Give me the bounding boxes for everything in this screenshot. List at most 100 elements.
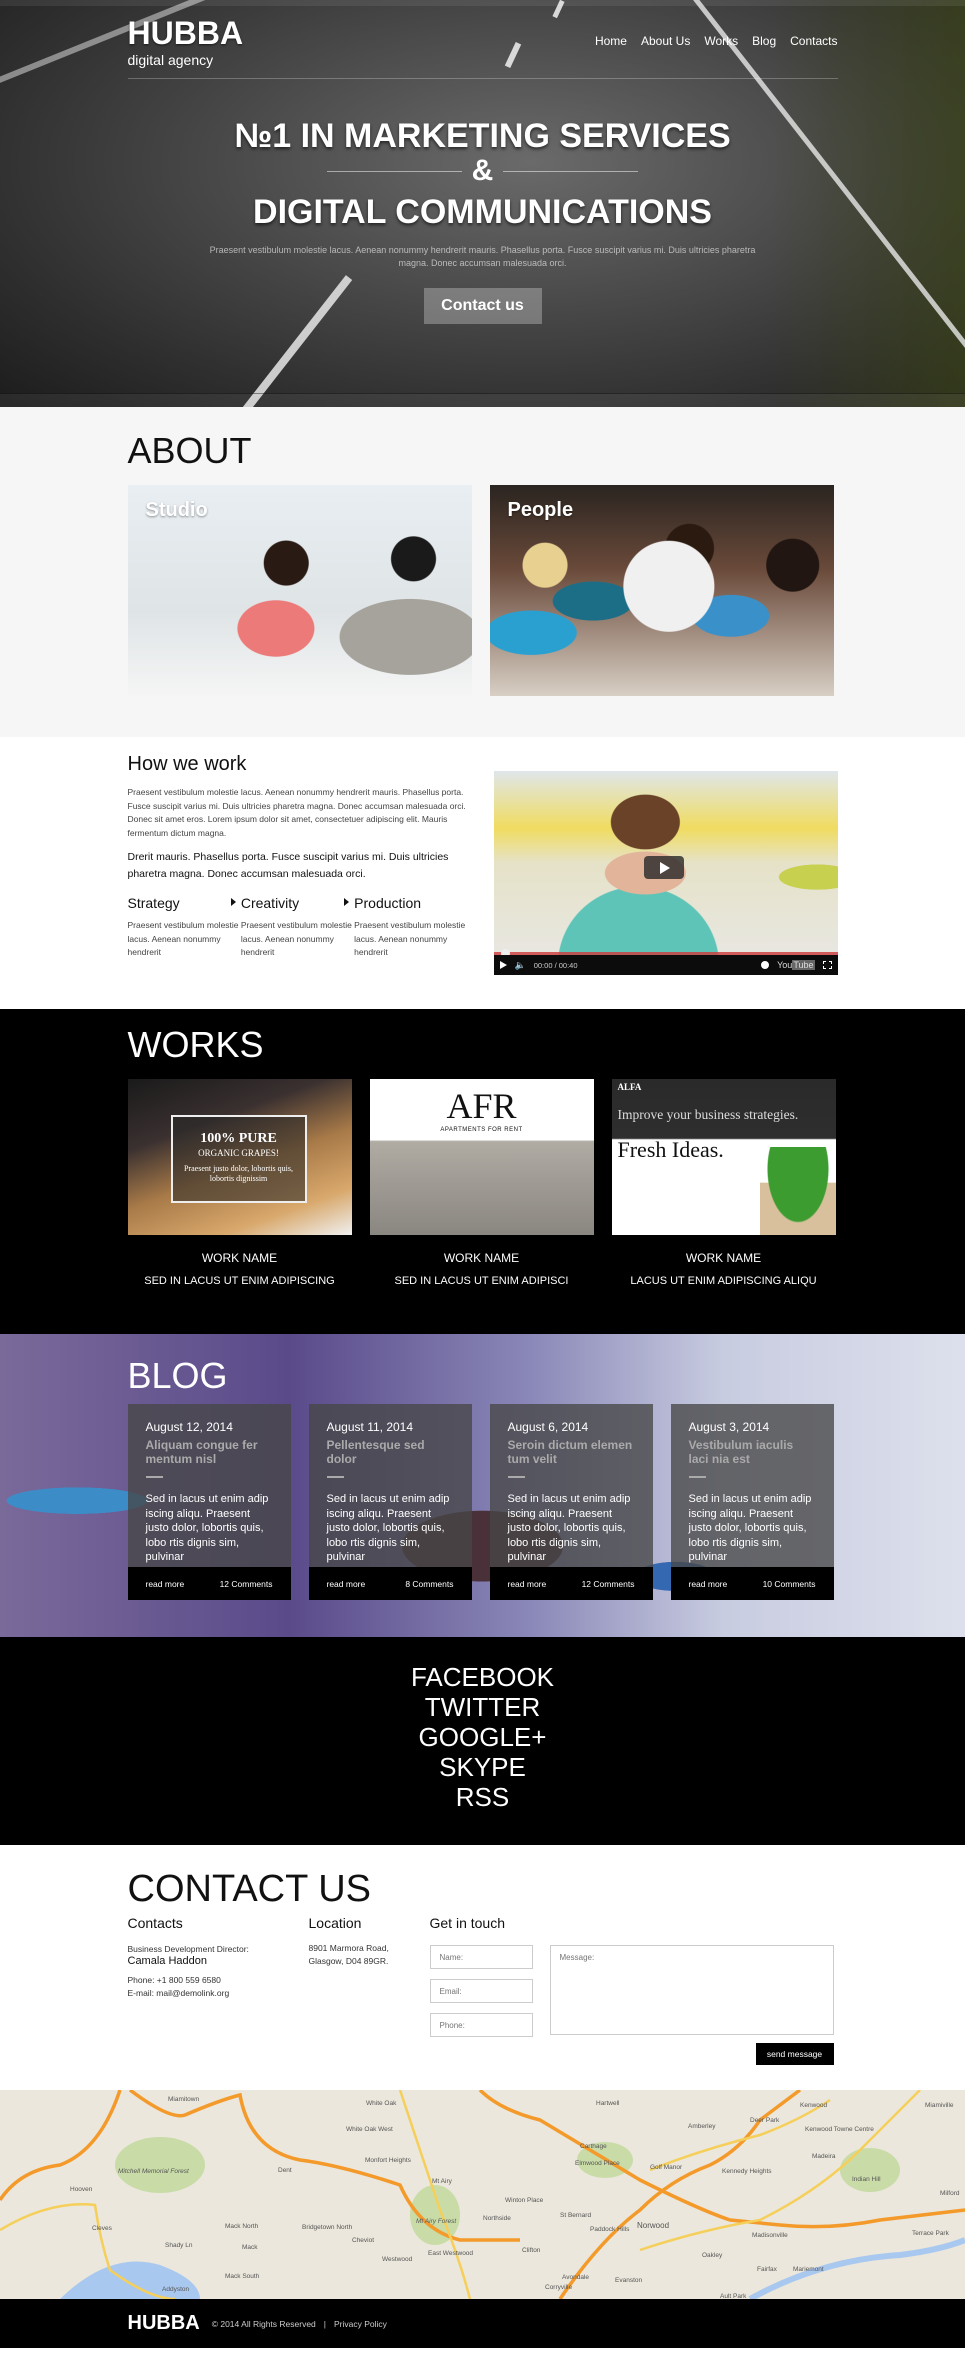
- works-section: WORKS 100% PURE ORGANIC GRAPES! Praesent…: [0, 1009, 965, 1334]
- read-more-link[interactable]: read more: [146, 1579, 185, 1589]
- step-text: Praesent vestibulum molestie lacus. Aene…: [127, 920, 239, 957]
- work-item[interactable]: 100% PURE ORGANIC GRAPES! Praesent justo…: [127, 1079, 352, 1287]
- nav-blog[interactable]: Blog: [752, 34, 776, 48]
- map-label: Mt Airy Forest: [416, 2218, 457, 2225]
- work-thumbnail[interactable]: ALFA Improve your business strategies. F…: [611, 1079, 836, 1235]
- copyright: © 2014 All Rights Reserved: [211, 2318, 316, 2329]
- map-label: Mitchell Memorial Forest: [118, 2168, 189, 2175]
- watch-later-icon[interactable]: [761, 961, 770, 969]
- social-twitter[interactable]: TWITTER: [0, 1692, 965, 1722]
- message-field[interactable]: [549, 1945, 834, 2035]
- fullscreen-icon[interactable]: [822, 961, 832, 969]
- post-excerpt: Sed in lacus ut enim adip iscing aliqu. …: [326, 1493, 450, 1563]
- step-title: Production: [354, 895, 422, 911]
- map-label: Elmwood Place: [575, 2160, 620, 2167]
- map-label: Carthage: [580, 2143, 607, 2150]
- map-label: Fairfax: [757, 2266, 777, 2273]
- map-label: St Bernard: [560, 2212, 592, 2219]
- contact-email[interactable]: E-mail: mail@demolink.org: [128, 1988, 309, 1999]
- name-field[interactable]: [429, 1945, 533, 1969]
- work-name[interactable]: WORK NAME: [128, 1251, 352, 1265]
- video-player[interactable]: 🔈 00:00 / 00:40 YouTube: [493, 771, 838, 975]
- header: HUBBA digital agency Home About Us Works…: [127, 0, 838, 79]
- read-more-link[interactable]: read more: [327, 1579, 366, 1589]
- map-label: Mack North: [225, 2223, 259, 2230]
- video-time: 00:00 / 00:40: [533, 960, 578, 970]
- comments-link[interactable]: 10 Comments: [763, 1579, 816, 1589]
- nav-home[interactable]: Home: [595, 34, 627, 48]
- nav-about-us[interactable]: About Us: [641, 34, 690, 48]
- work-name[interactable]: WORK NAME: [612, 1251, 836, 1265]
- post-title[interactable]: Aliquam congue fer mentum nisl: [146, 1438, 273, 1466]
- send-message-button[interactable]: send message: [755, 2043, 834, 2065]
- contacts-heading: Contacts: [127, 1915, 183, 1931]
- plant-image: [759, 1147, 836, 1235]
- contact-section: CONTACT US Contacts Business Development…: [0, 1845, 965, 2090]
- social-skype[interactable]: SKYPE: [0, 1752, 965, 1782]
- location-heading: Location: [308, 1915, 362, 1931]
- youtube-logo[interactable]: YouTube: [777, 960, 815, 970]
- map-label: Bridgetown North: [302, 2224, 353, 2231]
- social-rss[interactable]: RSS: [0, 1782, 965, 1812]
- map-park: [115, 2137, 205, 2193]
- about-card-people[interactable]: People: [489, 485, 834, 696]
- how-lead: Drerit mauris. Phasellus porta. Fusce su…: [127, 851, 449, 880]
- social-section: FACEBOOK TWITTER GOOGLE+ SKYPE RSS: [0, 1637, 965, 1845]
- work-thumbnail[interactable]: AFR APARTMENTS FOR RENT: [369, 1079, 594, 1235]
- map-label: Oakley: [702, 2252, 723, 2259]
- post-date: August 12, 2014: [145, 1420, 233, 1434]
- hero-section: HUBBA digital agency Home About Us Works…: [0, 0, 965, 407]
- post-title[interactable]: Pellentesque sed dolor: [327, 1438, 454, 1466]
- nav-works[interactable]: Works: [704, 34, 738, 48]
- map-label: Madisonville: [752, 2232, 788, 2239]
- post-title[interactable]: Seroin dictum elemen tum velit: [508, 1438, 635, 1466]
- volume-icon[interactable]: 🔈: [515, 960, 526, 971]
- footer-logo[interactable]: HUBBA: [128, 2312, 200, 2335]
- work-item[interactable]: AFR APARTMENTS FOR RENT WORK NAME SED IN…: [369, 1079, 594, 1287]
- play-icon[interactable]: [499, 961, 507, 969]
- email-field[interactable]: [429, 1979, 533, 2003]
- post-title[interactable]: Vestibulum iaculis laci nia est: [689, 1438, 816, 1466]
- hero-title-line2: DIGITAL COMMUNICATIONS: [253, 193, 712, 231]
- map-label: Terrace Park: [912, 2230, 949, 2237]
- map-label: Corryville: [545, 2284, 573, 2291]
- about-card-studio[interactable]: Studio: [127, 485, 472, 696]
- map-label: Madeira: [812, 2153, 836, 2160]
- nav-contacts[interactable]: Contacts: [790, 34, 837, 48]
- work-thumbnail[interactable]: 100% PURE ORGANIC GRAPES! Praesent justo…: [127, 1079, 352, 1235]
- blog-post: August 12, 2014 Aliquam congue fer mentu…: [127, 1404, 291, 1600]
- privacy-policy-link[interactable]: Privacy Policy: [334, 2319, 387, 2329]
- contact-us-button[interactable]: Contact us: [423, 288, 542, 324]
- work-subtitle: SED IN LACUS UT ENIM ADIPISCING: [144, 1275, 335, 1287]
- contact-heading: CONTACT US: [127, 1868, 372, 1910]
- work-name[interactable]: WORK NAME: [370, 1251, 594, 1265]
- map-label: White Oak West: [346, 2126, 393, 2133]
- how-heading: How we work: [127, 753, 247, 775]
- map-park: [840, 2148, 900, 2192]
- address-line2: Glasgow, D04 89GR.: [308, 1956, 389, 1966]
- social-google-plus[interactable]: GOOGLE+: [0, 1722, 965, 1752]
- works-heading: WORKS: [127, 1024, 264, 1065]
- map-label: Mack South: [225, 2273, 260, 2280]
- map-label: Hooven: [70, 2186, 93, 2193]
- read-more-link[interactable]: read more: [508, 1579, 547, 1589]
- footer: HUBBA © 2014 All Rights Reserved | Priva…: [0, 2299, 965, 2348]
- social-facebook[interactable]: FACEBOOK: [0, 1662, 965, 1692]
- comments-link[interactable]: 8 Comments: [405, 1579, 453, 1589]
- comments-link[interactable]: 12 Comments: [220, 1579, 273, 1589]
- contact-form: send message: [429, 1945, 838, 2065]
- map[interactable]: Miamitown Mitchell Memorial Forest Hoove…: [0, 2090, 965, 2299]
- card-label: People: [507, 499, 574, 521]
- play-icon[interactable]: [643, 856, 684, 879]
- post-date: August 3, 2014: [688, 1420, 770, 1434]
- map-label: Mt Airy: [432, 2178, 452, 2185]
- phone-field[interactable]: [429, 2013, 533, 2037]
- comments-link[interactable]: 12 Comments: [582, 1579, 635, 1589]
- map-label: Kennedy Heights: [722, 2168, 772, 2175]
- map-label: Westwood: [382, 2256, 413, 2263]
- blog-heading: BLOG: [127, 1355, 228, 1396]
- post-excerpt: Sed in lacus ut enim adip iscing aliqu. …: [145, 1493, 269, 1563]
- video-controls: 🔈 00:00 / 00:40 YouTube: [493, 955, 838, 975]
- read-more-link[interactable]: read more: [689, 1579, 728, 1589]
- work-item[interactable]: ALFA Improve your business strategies. F…: [611, 1079, 836, 1287]
